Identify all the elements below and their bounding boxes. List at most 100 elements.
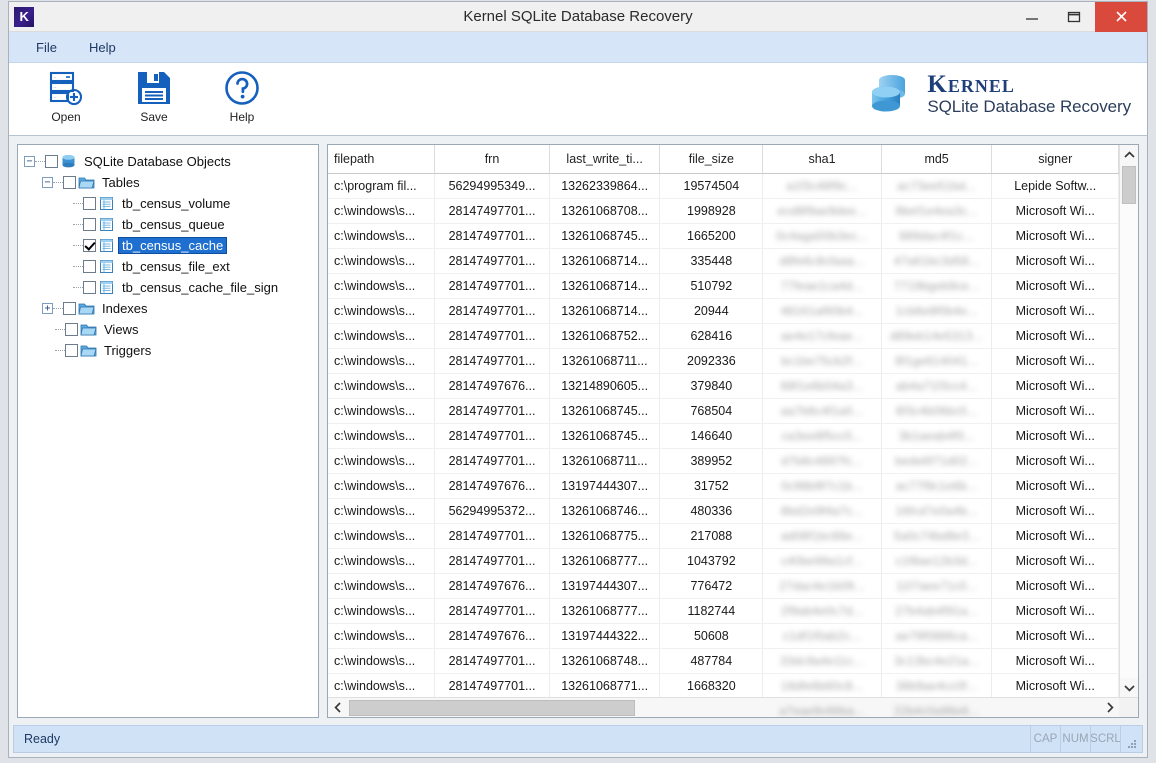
column-header-file_size[interactable]: file_size — [659, 145, 764, 174]
cell-last_write_ti...[interactable]: 13214890605... — [549, 373, 661, 399]
cell-sha1-redacted[interactable]: 2f9ab4e0c7d... — [762, 598, 882, 624]
cell-md5-redacted[interactable]: 3b1aeab4f0... — [881, 423, 993, 449]
cell-signer[interactable]: Microsoft Wi... — [991, 198, 1119, 224]
cell-signer[interactable]: Microsoft Wi... — [991, 448, 1119, 474]
cell-filepath[interactable]: c:\windows\s... — [328, 423, 436, 449]
cell-frn[interactable]: 28147497676... — [434, 623, 550, 649]
cell-file_size[interactable]: 510792 — [659, 273, 764, 299]
tree-item-indexes[interactable]: + Indexes — [24, 298, 318, 319]
horizontal-scrollbar[interactable] — [328, 697, 1138, 717]
menu-help[interactable]: Help — [84, 37, 121, 58]
table-row[interactable]: c:\windows\s... 28147497701... 13261068745… — [328, 398, 1119, 424]
cell-filepath[interactable]: c:\windows\s... — [328, 398, 436, 424]
table-row[interactable]: c:\windows\s... 56294995372... 13261068746… — [328, 498, 1119, 524]
column-header-signer[interactable]: signer — [991, 145, 1119, 174]
tree-checkbox[interactable] — [83, 218, 96, 231]
resize-grip-icon[interactable] — [1120, 726, 1140, 752]
cell-file_size[interactable]: 1668320 — [659, 673, 764, 699]
cell-sha1-redacted[interactable]: 0c4aga50b3ec... — [762, 223, 882, 249]
column-header-frn[interactable]: frn — [434, 145, 550, 174]
cell-md5-redacted[interactable]: ac73ee51bd... — [881, 173, 993, 199]
table-row[interactable]: c:\windows\s... 28147497701... 13261068748… — [328, 648, 1119, 674]
cell-sha1-redacted[interactable]: ad08f1bc66e... — [762, 523, 882, 549]
scroll-right-icon[interactable] — [1100, 698, 1119, 718]
cell-last_write_ti...[interactable]: 13261068777... — [549, 598, 661, 624]
cell-file_size[interactable]: 487784 — [659, 648, 764, 674]
cell-file_size[interactable]: 217088 — [659, 523, 764, 549]
cell-sha1-redacted[interactable]: c1df1f0ab2c... — [762, 623, 882, 649]
cell-filepath[interactable]: c:\windows\s... — [328, 473, 436, 499]
table-row[interactable]: c:\windows\s... 28147497676... 13214890605… — [328, 373, 1119, 399]
cell-md5-redacted[interactable]: 5a0c74bd8e3... — [881, 523, 993, 549]
cell-filepath[interactable]: c:\windows\s... — [328, 648, 436, 674]
table-row[interactable]: c:\windows\s... 28147497701... 13261068777… — [328, 548, 1119, 574]
cell-frn[interactable]: 28147497701... — [434, 348, 550, 374]
cell-frn[interactable]: 28147497701... — [434, 248, 550, 274]
cell-file_size[interactable]: 480336 — [659, 498, 764, 524]
cell-frn[interactable]: 28147497701... — [434, 198, 550, 224]
cell-md5-redacted[interactable]: 3c13bc4e21a... — [881, 648, 993, 674]
cell-sha1-redacted[interactable]: ca3ee8f5cc0... — [762, 423, 882, 449]
cell-filepath[interactable]: c:\windows\s... — [328, 523, 436, 549]
cell-signer[interactable]: Microsoft Wi... — [991, 623, 1119, 649]
cell-signer[interactable]: Microsoft Wi... — [991, 223, 1119, 249]
cell-file_size[interactable]: 2092336 — [659, 348, 764, 374]
vertical-scroll-track[interactable] — [1120, 204, 1138, 678]
column-header-last_write_ti[interactable]: last_write_ti... — [549, 145, 661, 174]
cell-frn[interactable]: 28147497701... — [434, 448, 550, 474]
cell-file_size[interactable]: 146640 — [659, 423, 764, 449]
cell-sha1-redacted[interactable]: aa7b6c4f1a0... — [762, 398, 882, 424]
cell-sha1-redacted[interactable]: ecd8f9ae9dee... — [762, 198, 882, 224]
cell-file_size[interactable]: 1998928 — [659, 198, 764, 224]
cell-md5-redacted[interactable]: 27b4ab4f91a... — [881, 598, 993, 624]
cell-file_size[interactable]: 335448 — [659, 248, 764, 274]
tree-item-tb-census-volume[interactable]: tb_census_volume — [24, 193, 318, 214]
cell-file_size[interactable]: 1043792 — [659, 548, 764, 574]
cell-signer[interactable]: Microsoft Wi... — [991, 248, 1119, 274]
cell-filepath[interactable]: c:\windows\s... — [328, 373, 436, 399]
minimize-button[interactable] — [1011, 2, 1053, 32]
tree-item-sqlite-database-objects[interactable]: − SQLite Database Objects — [24, 151, 318, 172]
cell-signer[interactable]: Microsoft Wi... — [991, 273, 1119, 299]
cell-frn[interactable]: 28147497701... — [434, 223, 550, 249]
table-row[interactable]: c:\windows\s... 28147497676... 13197444307… — [328, 573, 1119, 599]
cell-md5-redacted[interactable]: 9bef1e4ea3c... — [881, 198, 993, 224]
cell-signer[interactable]: Microsoft Wi... — [991, 648, 1119, 674]
table-row[interactable]: c:\windows\s... 28147497701... 13261068711… — [328, 448, 1119, 474]
cell-sha1-redacted[interactable]: 77feae1ca4d... — [762, 273, 882, 299]
cell-last_write_ti...[interactable]: 13261068746... — [549, 498, 661, 524]
cell-file_size[interactable]: 20944 — [659, 298, 764, 324]
cell-md5-redacted[interactable]: 6f3c4b06bc0... — [881, 398, 993, 424]
cell-last_write_ti...[interactable]: 13197444307... — [549, 473, 661, 499]
cell-md5-redacted[interactable]: d89eb14e5313... — [881, 323, 993, 349]
scroll-left-icon[interactable] — [328, 698, 347, 718]
cell-last_write_ti...[interactable]: 13261068745... — [549, 223, 661, 249]
cell-md5-redacted[interactable]: ae79f0886ca... — [881, 623, 993, 649]
cell-last_write_ti...[interactable]: 13261068708... — [549, 198, 661, 224]
table-row[interactable]: c:\windows\s... 28147497701... 13261068714… — [328, 298, 1119, 324]
cell-md5-redacted[interactable]: bede6f71d02... — [881, 448, 993, 474]
cell-frn[interactable]: 28147497701... — [434, 548, 550, 574]
cell-filepath[interactable]: c:\windows\s... — [328, 673, 436, 699]
cell-signer[interactable]: Microsoft Wi... — [991, 573, 1119, 599]
tree-checkbox[interactable] — [65, 344, 78, 357]
cell-signer[interactable]: Microsoft Wi... — [991, 298, 1119, 324]
cell-frn[interactable]: 28147497701... — [434, 323, 550, 349]
cell-file_size[interactable]: 379840 — [659, 373, 764, 399]
table-row[interactable]: c:\windows\s... 28147497701... 13261068745… — [328, 223, 1119, 249]
table-row[interactable]: c:\windows\s... 28147497701... 13261068711… — [328, 348, 1119, 374]
tree-checkbox[interactable] — [65, 323, 78, 336]
cell-file_size[interactable]: 1665200 — [659, 223, 764, 249]
cell-sha1-redacted[interactable]: a1f3c48f9c... — [762, 173, 882, 199]
cell-signer[interactable]: Microsoft Wi... — [991, 673, 1119, 699]
tree-item-tb-census-cache[interactable]: tb_census_cache — [24, 235, 318, 256]
table-row[interactable]: c:\program fil... 56294995349... 132623398… — [328, 173, 1119, 199]
cell-md5-redacted[interactable]: 11f7aee71c0... — [881, 573, 993, 599]
cell-file_size[interactable]: 768504 — [659, 398, 764, 424]
cell-md5-redacted[interactable]: 1cb6e8f0b4e... — [881, 298, 993, 324]
cell-sha1-redacted[interactable]: d7b8c4897fc... — [762, 448, 882, 474]
cell-filepath[interactable]: c:\windows\s... — [328, 498, 436, 524]
cell-sha1-redacted[interactable]: 48161af60b4... — [762, 298, 882, 324]
table-row[interactable]: c:\windows\s... 28147497701... 13261068752… — [328, 323, 1119, 349]
cell-filepath[interactable]: c:\windows\s... — [328, 448, 436, 474]
